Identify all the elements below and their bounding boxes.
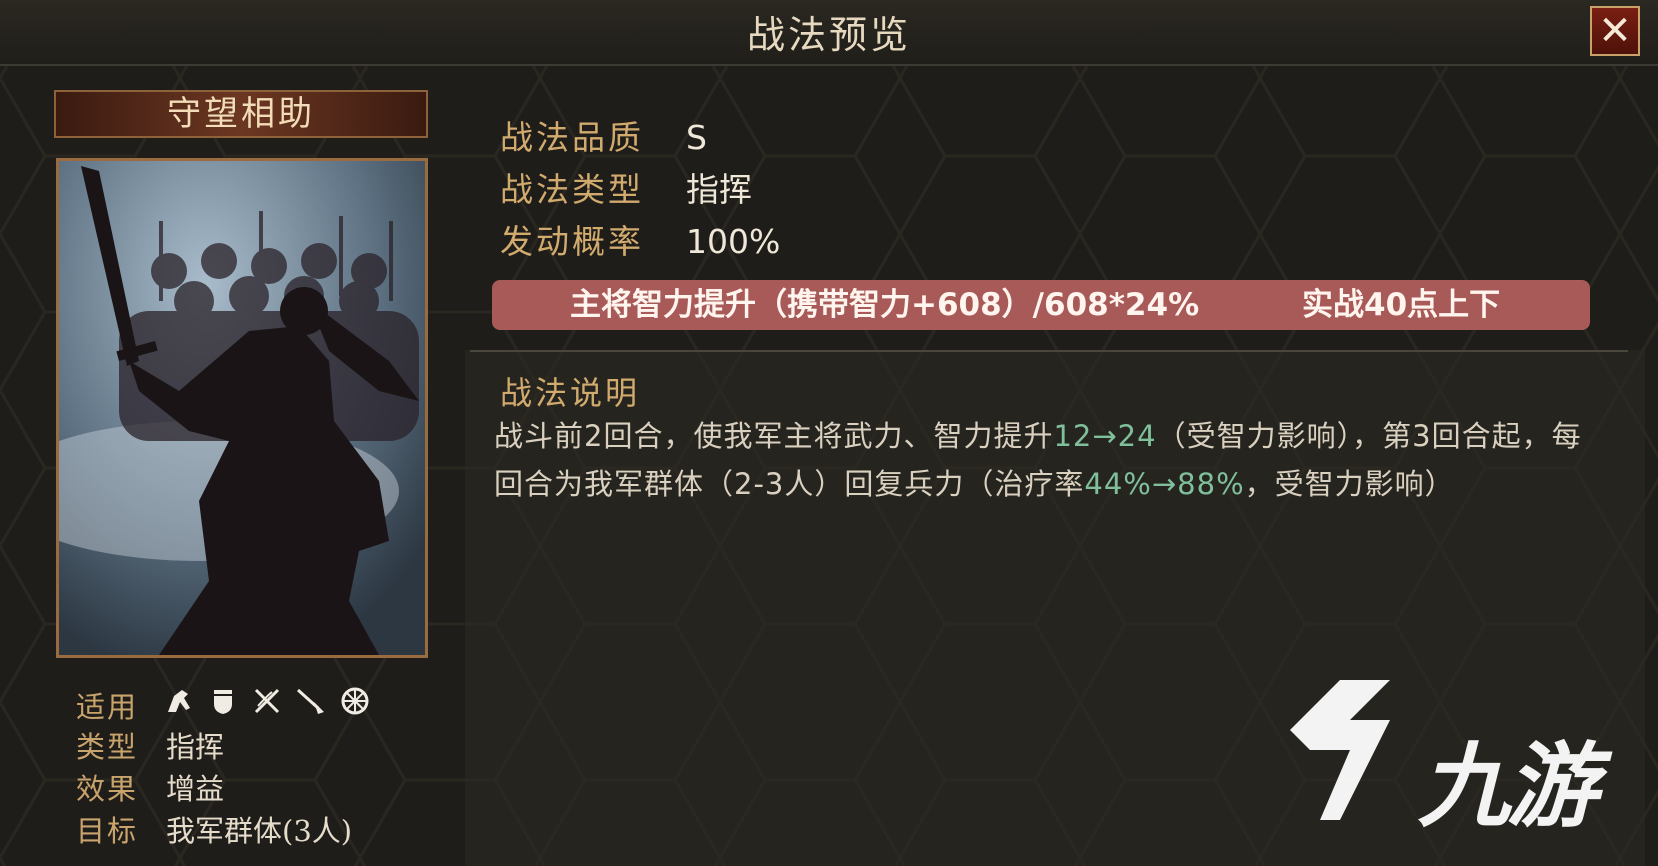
- watermark-text: 九游: [1418, 733, 1598, 840]
- meta-target-label: 目标: [76, 814, 139, 848]
- banner-formula: 主将智力提升（携带智力+608）/608*24%: [570, 287, 1200, 323]
- window-title: 战法预览: [746, 13, 911, 57]
- skill-card-art: [56, 158, 428, 658]
- desc-seg: 战斗前: [494, 419, 585, 453]
- shield-icon: [208, 686, 238, 716]
- desc-seg: （受智力影响），第: [1156, 419, 1413, 453]
- desc-highlight: 44%→88%: [1084, 467, 1245, 501]
- info-quality-value: S: [686, 118, 707, 157]
- close-icon: ✕: [1598, 8, 1632, 54]
- description-title: 战法说明: [500, 374, 641, 412]
- meta-type-value: 指挥: [166, 730, 225, 764]
- divider: [470, 350, 1628, 352]
- description-text: 战斗前2回合，使我军主将武力、智力提升12→24（受智力影响），第3回合起，每回…: [494, 412, 1604, 508]
- applicable-label: 适用: [76, 690, 139, 724]
- applicable-row: 适用: [76, 688, 166, 726]
- desc-seg: ，受智力影响）: [1244, 467, 1455, 501]
- skill-name: 守望相助: [54, 90, 428, 138]
- desc-seg: 3: [1412, 419, 1432, 453]
- stat-banner: 主将智力提升（携带智力+608）/608*24% 实战40点上下: [492, 280, 1590, 330]
- info-rate-value: 100%: [686, 222, 781, 261]
- meta-effect-value: 增益: [166, 772, 225, 806]
- info-rate-label: 发动概率: [500, 222, 644, 261]
- info-quality-label: 战法品质: [500, 118, 644, 157]
- unit-type-icons: [164, 686, 370, 716]
- info-quality-row: 战法品质 S: [500, 116, 707, 160]
- spear-icon: [296, 686, 326, 716]
- info-type-value: 指挥: [686, 170, 752, 209]
- title-bar: 战法预览: [0, 0, 1658, 66]
- warrior-silhouette-art: [59, 161, 425, 655]
- desc-seg: 2-3: [734, 467, 785, 501]
- meta-type-label: 类型: [76, 730, 139, 764]
- desc-seg: 回合，使我军主将武力、智力提升: [603, 419, 1054, 453]
- meta-type-row: 类型 指挥: [76, 728, 224, 766]
- bow-icon: [252, 686, 282, 716]
- desc-seg: 人）回复兵力（治疗率: [784, 467, 1085, 501]
- banner-estimate: 实战40点上下: [1302, 287, 1501, 323]
- cavalry-icon: [164, 686, 194, 716]
- close-button[interactable]: ✕: [1590, 6, 1640, 56]
- meta-target-value: 我军群体(3人): [166, 814, 353, 848]
- info-type-label: 战法类型: [500, 170, 644, 209]
- meta-effect-row: 效果 增益: [76, 770, 224, 808]
- machine-icon: [340, 686, 370, 716]
- desc-highlight: 12→24: [1053, 419, 1157, 453]
- meta-effect-label: 效果: [76, 772, 139, 806]
- info-type-row: 战法类型 指挥: [500, 168, 752, 212]
- meta-target-row: 目标 我军群体(3人): [76, 812, 352, 850]
- desc-seg: 2: [584, 419, 604, 453]
- info-rate-row: 发动概率 100%: [500, 220, 780, 264]
